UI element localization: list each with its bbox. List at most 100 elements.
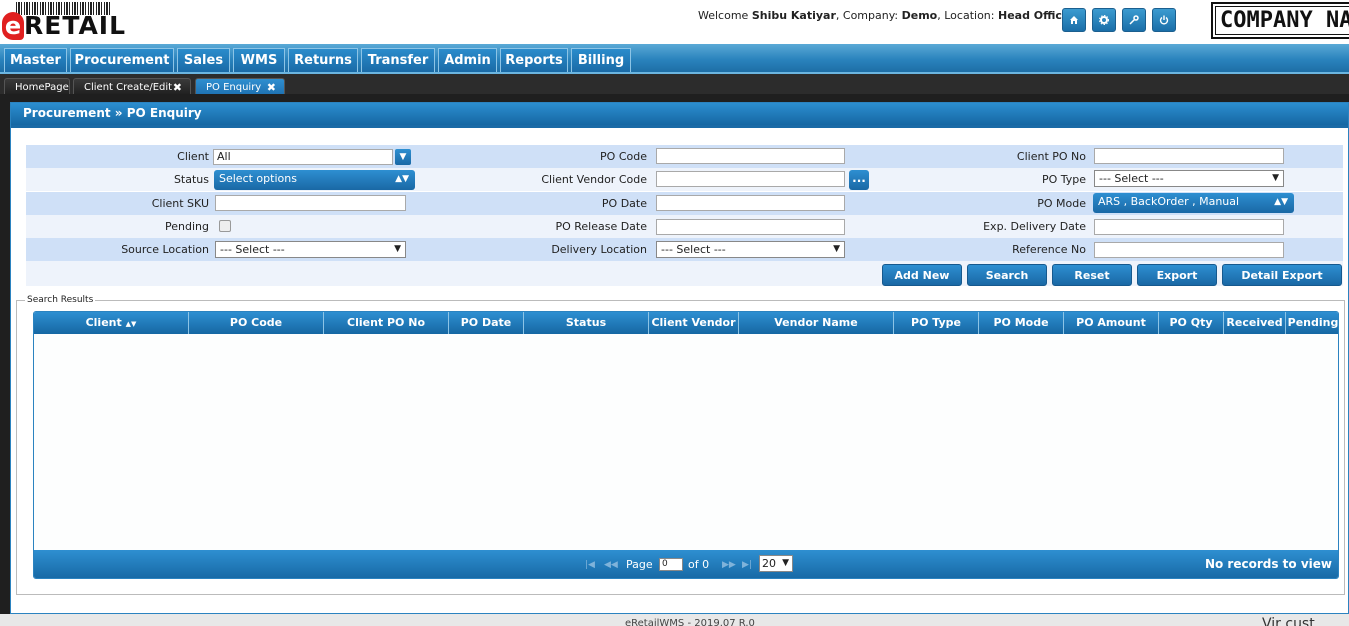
client-vendor-code-input[interactable] [656,171,845,187]
location-label: , Location: [937,9,995,22]
col-label: Client [85,316,122,329]
col-pending[interactable]: Pending [1286,312,1338,334]
reset-button[interactable]: Reset [1052,264,1132,286]
col-po-amount[interactable]: PO Amount [1064,312,1159,334]
status-multiselect[interactable]: Select options ▲▼ [214,170,415,190]
power-icon [1159,15,1169,25]
company-logo: COMPANY NAM [1211,2,1349,39]
menu-reports[interactable]: Reports [500,48,568,72]
home-button[interactable] [1062,8,1086,32]
tab-label: Client Create/Edit [84,82,173,93]
col-status[interactable]: Status [524,312,649,334]
col-po-mode[interactable]: PO Mode [979,312,1064,334]
po-type-select[interactable]: --- Select --- ▼ [1094,170,1284,187]
company-label: , Company: [835,9,899,22]
source-location-label: Source Location [121,243,209,256]
rows-per-page-value: 20 [762,557,776,570]
settings-button[interactable] [1092,8,1116,32]
menu-wms[interactable]: WMS [233,48,285,72]
status-value: Select options [219,172,297,185]
logout-button[interactable] [1152,8,1176,32]
menu-master[interactable]: Master [4,48,67,72]
chevron-updown-icon: ▲▼ [395,174,409,184]
po-release-date-input[interactable] [656,219,845,235]
menu-procurement[interactable]: Procurement [70,48,174,72]
chevron-down-icon: ▼ [394,244,401,254]
pending-label: Pending [165,220,209,233]
delivery-location-label: Delivery Location [551,243,647,256]
menu-billing[interactable]: Billing [571,48,631,72]
po-type-value: --- Select --- [1099,172,1164,185]
client-label: Client [177,150,209,163]
last-page-icon[interactable]: ▶| [742,558,752,572]
col-client[interactable]: Client ▲▼ [34,312,189,334]
col-po-date[interactable]: PO Date [449,312,524,334]
po-mode-multiselect[interactable]: ARS , BackOrder , Manual ▲▼ [1093,193,1294,213]
source-location-select[interactable]: --- Select --- ▼ [215,241,406,258]
logo-text: RETAIL [24,11,127,40]
reference-no-input[interactable] [1094,242,1284,258]
col-po-type[interactable]: PO Type [894,312,979,334]
po-enquiry-panel: Procurement » PO Enquiry Client All ▼ PO… [10,102,1349,614]
export-button[interactable]: Export [1137,264,1217,286]
po-date-input[interactable] [656,195,845,211]
page-number-input[interactable]: 0 [659,558,683,571]
app-footer: eRetailWMS - 2019.07 R.0 Vir cust... [0,614,1349,626]
delivery-location-select[interactable]: --- Select --- ▼ [656,241,845,258]
menu-transfer[interactable]: Transfer [361,48,435,72]
exp-delivery-date-label: Exp. Delivery Date [983,220,1086,233]
exp-delivery-date-input[interactable] [1094,219,1284,235]
menu-returns[interactable]: Returns [288,48,358,72]
rows-per-page-select[interactable]: 20 ▼ [759,555,793,572]
form-row: Source Location --- Select --- ▼ Delivery… [26,238,1343,261]
search-button[interactable]: Search [967,264,1047,286]
title-divider [11,125,1348,128]
reference-no-label: Reference No [1012,243,1086,256]
grid-body [34,334,1338,550]
search-results: Search Results Client ▲▼ PO Code Client … [16,295,1345,595]
client-vendor-code-label: Client Vendor Code [541,173,647,186]
col-received[interactable]: Received [1224,312,1286,334]
grid-header: Client ▲▼ PO Code Client PO No PO Date S… [34,312,1338,334]
client-sku-input[interactable] [215,195,406,211]
menu-sales[interactable]: Sales [177,48,230,72]
col-vendor-name[interactable]: Vendor Name [739,312,894,334]
client-combobox[interactable]: All [213,149,393,165]
po-mode-value: ARS , BackOrder , Manual [1098,195,1240,208]
status-label: Status [173,173,209,186]
col-po-code[interactable]: PO Code [189,312,324,334]
po-date-label: PO Date [601,197,647,210]
po-code-input[interactable] [656,148,845,164]
next-page-icon[interactable]: ▶▶ [722,558,736,572]
welcome-text: Welcome Shibu Katiyar, Company: Demo, Lo… [698,9,1069,22]
add-new-button[interactable]: Add New [882,264,962,286]
vendor-lookup-button[interactable]: ... [849,170,869,190]
chevron-down-icon[interactable]: ▼ [395,149,411,165]
key-icon [1129,15,1139,25]
logo-e: e [2,12,24,40]
results-legend: Search Results [25,295,96,305]
prev-page-icon[interactable]: ◀◀ [604,558,618,572]
version-text: eRetailWMS - 2019.07 R.0 [625,618,755,626]
pending-checkbox[interactable] [219,220,231,232]
po-release-date-label: PO Release Date [555,220,647,233]
chevron-updown-icon: ▲▼ [1274,197,1288,207]
po-code-label: PO Code [600,150,647,163]
change-password-button[interactable] [1122,8,1146,32]
page-tabs: HomePage Client Create/Edit ✖ PO Enquiry ✖ [0,72,1349,96]
tab-label: PO Enquiry [206,82,262,93]
col-po-qty[interactable]: PO Qty [1159,312,1224,334]
po-mode-label: PO Mode [1037,197,1086,210]
chevron-down-icon: ▼ [833,244,840,254]
col-client-po-no[interactable]: Client PO No [324,312,449,334]
col-client-vendor[interactable]: Client Vendor [649,312,739,334]
form-row: Client SKU PO Date PO Mode ARS , BackOrd… [26,192,1343,215]
first-page-icon[interactable]: |◀ [585,558,595,572]
menu-admin[interactable]: Admin [438,48,497,72]
detail-export-button[interactable]: Detail Export [1222,264,1342,286]
home-icon [1070,16,1078,24]
workspace: Procurement » PO Enquiry Client All ▼ PO… [0,94,1349,614]
client-po-no-input[interactable] [1094,148,1284,164]
records-status: No records to view [1204,557,1332,571]
delivery-location-value: --- Select --- [661,243,726,256]
